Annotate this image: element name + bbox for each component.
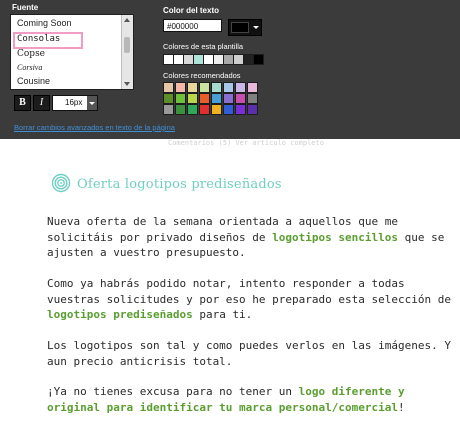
template-color-swatch[interactable] bbox=[253, 54, 264, 65]
recommended-colors-label: Colores recomendados bbox=[163, 71, 241, 80]
recommended-color-swatch[interactable] bbox=[235, 104, 246, 115]
recommended-color-swatch[interactable] bbox=[223, 93, 234, 104]
font-item-consolas[interactable]: Consolas bbox=[17, 34, 60, 44]
chevron-down-icon bbox=[253, 26, 259, 29]
font-size-value: 16px bbox=[65, 98, 83, 107]
recommended-color-swatch[interactable] bbox=[247, 93, 258, 104]
recommended-color-swatch[interactable] bbox=[235, 82, 246, 93]
recommended-color-swatch[interactable] bbox=[187, 82, 198, 93]
paragraph-4: ¡Ya no tienes excusa para no tener un lo… bbox=[47, 384, 452, 415]
recommended-color-swatch[interactable] bbox=[247, 82, 258, 93]
chevron-down-icon[interactable] bbox=[87, 96, 97, 110]
recommended-color-swatch[interactable] bbox=[199, 104, 210, 115]
recommended-color-swatch[interactable] bbox=[211, 82, 222, 93]
recommended-color-swatch[interactable] bbox=[223, 82, 234, 93]
recommended-color-swatch[interactable] bbox=[163, 104, 174, 115]
current-color-swatch bbox=[231, 22, 249, 33]
recommended-color-swatch[interactable] bbox=[235, 93, 246, 104]
recommended-color-swatch[interactable] bbox=[175, 93, 186, 104]
font-size-select[interactable]: 16px bbox=[52, 95, 98, 111]
font-list[interactable]: Coming Soon Consolas Copse Corsiva Cousi… bbox=[10, 14, 134, 90]
italic-button[interactable]: I bbox=[33, 95, 50, 111]
text-color-hex-input[interactable]: #000000 bbox=[163, 19, 222, 32]
font-item-coming-soon[interactable]: Coming Soon bbox=[17, 18, 72, 28]
recommended-color-swatch[interactable] bbox=[187, 93, 198, 104]
recommended-color-swatch[interactable] bbox=[163, 93, 174, 104]
paragraph-text: para ti. bbox=[192, 308, 253, 321]
recommended-color-swatch[interactable] bbox=[223, 104, 234, 115]
reset-advanced-text-link[interactable]: Borrar cambios avanzados en texto de la … bbox=[14, 123, 175, 132]
bold-button[interactable]: B bbox=[14, 95, 31, 111]
template-colors-label: Colores de esta plantilla bbox=[163, 42, 244, 51]
blog-post: Comentarios (5) Ver articulo completo Of… bbox=[0, 139, 460, 427]
paragraph-text: Como ya habrás podido notar, intento res… bbox=[47, 277, 451, 306]
paragraph-3: Los logotipos son tal y como puedes verl… bbox=[47, 339, 451, 368]
paragraph-2: Como ya habrás podido notar, intento res… bbox=[47, 276, 452, 323]
text-color-label: Color del texto bbox=[163, 6, 220, 15]
scroll-up-arrow-icon[interactable] bbox=[124, 18, 130, 22]
highlight-logotipos-predisenados: logotipos prediseñados bbox=[47, 308, 193, 321]
recommended-color-swatch[interactable] bbox=[175, 104, 186, 115]
text-color-picker[interactable] bbox=[228, 19, 262, 36]
highlight-logotipos-sencillos: logotipos sencillos bbox=[272, 230, 399, 244]
post-title: Oferta logotipos prediseñados bbox=[77, 177, 282, 192]
font-list-scrollbar[interactable] bbox=[121, 15, 133, 89]
spiral-icon bbox=[51, 173, 71, 193]
recommended-color-swatch[interactable] bbox=[199, 93, 210, 104]
font-item-copse[interactable]: Copse bbox=[17, 49, 45, 59]
scrollbar-thumb[interactable] bbox=[124, 37, 130, 53]
text-formatting-panel: Fuente Coming Soon Consolas Copse Corsiv… bbox=[0, 0, 460, 139]
font-item-corsiva[interactable]: Corsiva bbox=[17, 63, 42, 72]
scroll-down-arrow-icon[interactable] bbox=[124, 82, 130, 86]
paragraph-1: Nueva oferta de la semana orientada a aq… bbox=[47, 214, 452, 261]
font-item-cousine[interactable]: Cousine bbox=[17, 76, 50, 86]
recommended-color-swatch[interactable] bbox=[175, 82, 186, 93]
recommended-color-swatch[interactable] bbox=[187, 104, 198, 115]
faded-header-text: Comentarios (5) Ver articulo completo bbox=[168, 139, 324, 147]
recommended-color-swatch[interactable] bbox=[247, 104, 258, 115]
paragraph-text: ¡Ya no tienes excusa para no tener un bbox=[47, 385, 299, 398]
recommended-color-swatch[interactable] bbox=[163, 82, 174, 93]
font-label: Fuente bbox=[12, 3, 39, 12]
recommended-color-swatch[interactable] bbox=[199, 82, 210, 93]
recommended-color-swatch[interactable] bbox=[211, 93, 222, 104]
recommended-color-swatch[interactable] bbox=[211, 104, 222, 115]
paragraph-text: ! bbox=[398, 400, 405, 414]
